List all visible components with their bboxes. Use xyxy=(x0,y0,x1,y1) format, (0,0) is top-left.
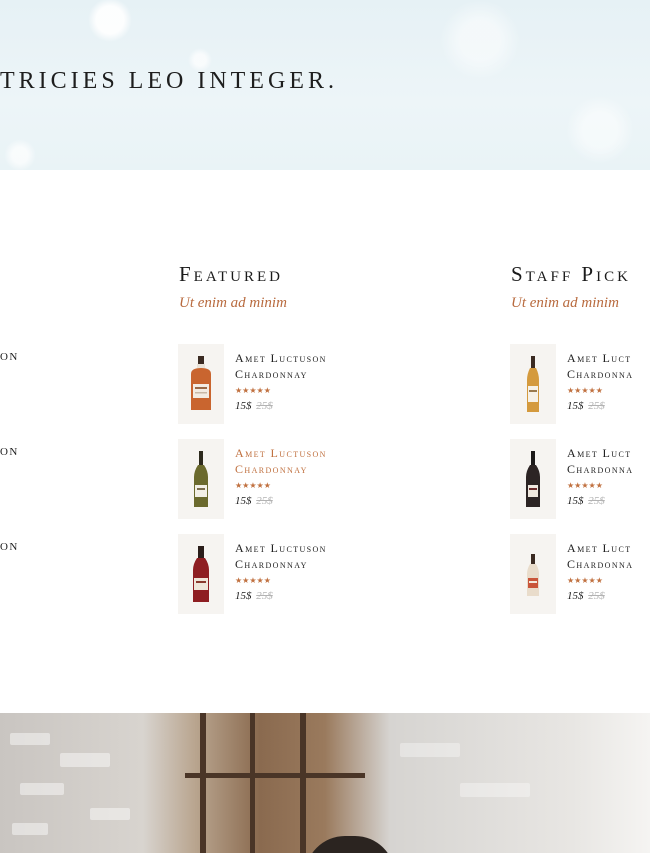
window-frame xyxy=(200,713,206,853)
product-name[interactable]: Amet Luct Chardonna xyxy=(567,350,650,382)
red-liqueur-bottle-icon xyxy=(193,546,209,602)
product-thumbnail[interactable] xyxy=(178,534,224,614)
small-liqueur-bottle-icon xyxy=(527,554,539,596)
brick xyxy=(60,753,110,767)
amber-square-bottle-icon xyxy=(191,356,211,410)
current-price: 15$ xyxy=(235,495,252,507)
product-thumbnail[interactable] xyxy=(510,439,556,519)
old-price: 25$ xyxy=(256,400,273,412)
product-name[interactable]: Amet Luctuson Chardonnay xyxy=(235,445,405,477)
product-card[interactable]: Amet Luctuson Chardonnay ★★★★★ 15$ 25$ xyxy=(178,534,408,614)
current-price: 15$ xyxy=(567,590,584,602)
product-card[interactable]: Amet Luct Chardonna ★★★★★ 15$ 25$ xyxy=(510,534,650,614)
price: 15$ 25$ xyxy=(567,495,605,507)
window-frame xyxy=(300,713,306,853)
staff-pick-subtitle: Ut enim ad minim xyxy=(511,295,619,311)
product-name[interactable]: Amet Luctuson Chardonnay xyxy=(235,350,405,382)
product-name[interactable]: Amet Luct Chardonna xyxy=(567,540,650,572)
product-card[interactable]: Amet Luctuson Chardonnay ★★★★★ 15$ 25$ xyxy=(178,439,408,519)
white-wine-bottle-icon xyxy=(194,451,208,507)
person-head xyxy=(305,836,395,853)
background-photo xyxy=(0,713,650,853)
product-thumbnail[interactable] xyxy=(510,534,556,614)
product-card[interactable]: Amet Luctuson Chardonnay ★★★★★ 15$ 25$ xyxy=(178,344,408,424)
featured-subtitle: Ut enim ad minim xyxy=(179,295,287,311)
brick xyxy=(20,783,64,795)
brick xyxy=(10,733,50,745)
staff-pick-column-header: Staff Pick Ut enim ad minim xyxy=(511,262,631,312)
red-wine-bottle-icon xyxy=(526,451,540,507)
brick xyxy=(460,783,530,797)
old-price: 25$ xyxy=(256,590,273,602)
old-price: 25$ xyxy=(588,590,605,602)
left-column-product-name-fragment[interactable]: ON xyxy=(0,446,19,458)
product-name[interactable]: Amet Luctuson Chardonnay xyxy=(235,540,405,572)
window-frame xyxy=(250,713,255,853)
staff-pick-heading: Staff Pick xyxy=(511,262,631,286)
rating-stars: ★★★★★ xyxy=(567,386,603,395)
product-thumbnail[interactable] xyxy=(510,344,556,424)
old-price: 25$ xyxy=(588,400,605,412)
current-price: 15$ xyxy=(567,400,584,412)
old-price: 25$ xyxy=(256,495,273,507)
rating-stars: ★★★★★ xyxy=(567,481,603,490)
price: 15$ 25$ xyxy=(235,495,273,507)
price: 15$ 25$ xyxy=(567,590,605,602)
old-price: 25$ xyxy=(588,495,605,507)
current-price: 15$ xyxy=(235,400,252,412)
left-column-product-name-fragment[interactable]: ON xyxy=(0,351,19,363)
rating-stars: ★★★★★ xyxy=(235,386,271,395)
price: 15$ 25$ xyxy=(567,400,605,412)
brick xyxy=(400,743,460,757)
featured-heading: Featured xyxy=(179,262,284,286)
hero-banner: TRICIES LEO INTEGER. xyxy=(0,0,650,170)
whisky-bottle-icon xyxy=(527,356,539,412)
current-price: 15$ xyxy=(567,495,584,507)
product-card[interactable]: Amet Luct Chardonna ★★★★★ 15$ 25$ xyxy=(510,344,650,424)
current-price: 15$ xyxy=(235,590,252,602)
brick xyxy=(12,823,48,835)
product-thumbnail[interactable] xyxy=(178,344,224,424)
brick xyxy=(90,808,130,820)
price: 15$ 25$ xyxy=(235,400,273,412)
hero-title: TRICIES LEO INTEGER. xyxy=(0,68,338,94)
window-frame xyxy=(185,773,365,778)
rating-stars: ★★★★★ xyxy=(235,481,271,490)
rating-stars: ★★★★★ xyxy=(235,576,271,585)
left-column-product-name-fragment[interactable]: ON xyxy=(0,541,19,553)
featured-column-header: Featured Ut enim ad minim xyxy=(179,262,287,312)
price: 15$ 25$ xyxy=(235,590,273,602)
product-thumbnail[interactable] xyxy=(178,439,224,519)
product-name[interactable]: Amet Luct Chardonna xyxy=(567,445,650,477)
product-card[interactable]: Amet Luct Chardonna ★★★★★ 15$ 25$ xyxy=(510,439,650,519)
rating-stars: ★★★★★ xyxy=(567,576,603,585)
